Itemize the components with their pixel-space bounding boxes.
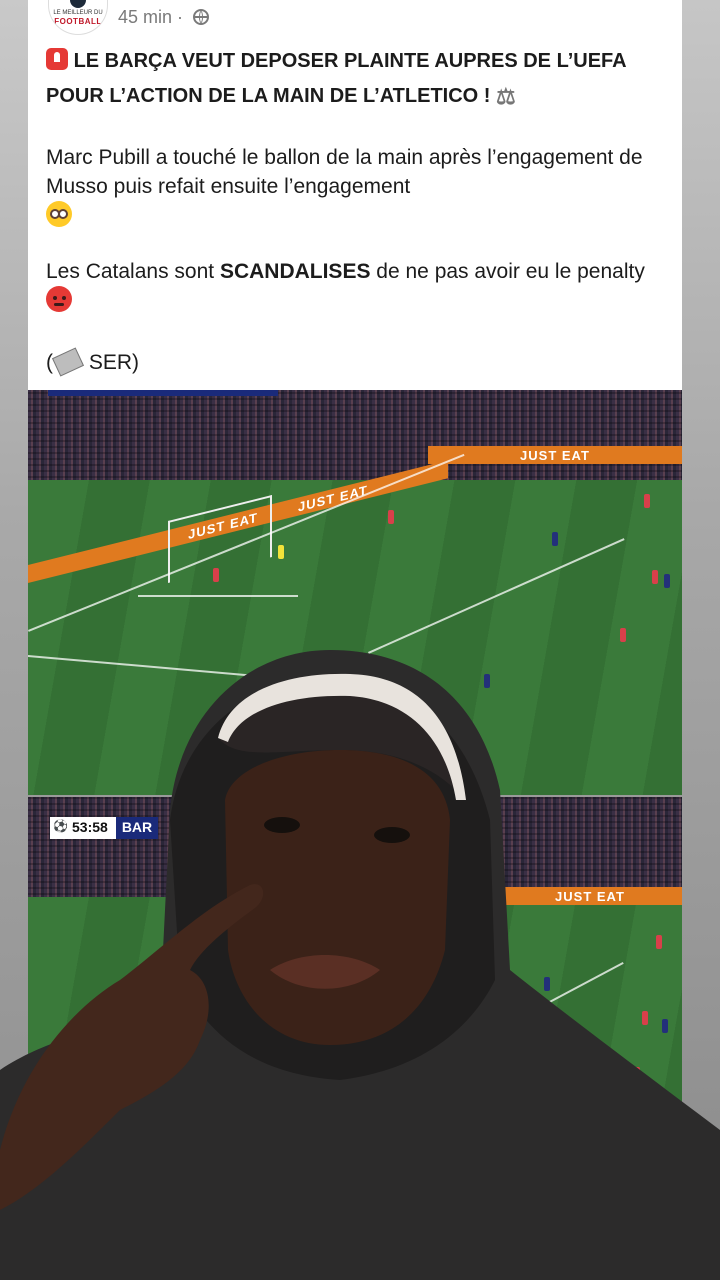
- player: [388, 510, 394, 524]
- angry-face-icon: [46, 286, 72, 312]
- post-meta: LE MEILLEUR DU FOOTBALL 45 min ·: [48, 0, 210, 35]
- paragraph-2-before: Les Catalans sont: [46, 260, 220, 283]
- siren-icon: [46, 48, 68, 70]
- paragraph-3-text: SER): [88, 351, 140, 374]
- flushed-face-icon: [46, 201, 72, 227]
- player: [644, 494, 650, 508]
- ad-board-right-text: JUST EAT: [520, 447, 590, 463]
- goalkeeper: [278, 545, 284, 559]
- avatar[interactable]: LE MEILLEUR DU FOOTBALL: [48, 0, 108, 35]
- avatar-ring: [70, 0, 86, 8]
- avatar-line2: FOOTBALL: [54, 16, 102, 26]
- post-paragraph-2: Les Catalans sont SCANDALISES de ne pas …: [46, 257, 670, 315]
- paragraph-3-open: (: [46, 351, 53, 374]
- creator-video-overlay: [0, 650, 720, 1280]
- player: [664, 574, 670, 588]
- post-paragraph-3: ( SER): [46, 347, 670, 377]
- newspaper-icon: [51, 347, 85, 377]
- player: [213, 568, 219, 582]
- scoreboard-strip: [48, 390, 278, 396]
- right-eye: [374, 827, 410, 843]
- player: [552, 532, 558, 546]
- avatar-line1: LE MEILLEUR DU: [53, 9, 103, 16]
- globe-icon: [193, 9, 210, 25]
- paragraph-1-text: Marc Pubill a touché le ballon de la mai…: [46, 146, 643, 198]
- post-card: LE MEILLEUR DU FOOTBALL 45 min · LE BARÇ…: [28, 0, 682, 390]
- pitch-line-box: [138, 595, 298, 597]
- player: [652, 570, 658, 584]
- paragraph-2-after: de ne pas avoir eu le penalty: [370, 260, 645, 283]
- post-headline: LE BARÇA VEUT DEPOSER PLAINTE AUPRES DE …: [46, 44, 670, 114]
- post-paragraph-1: Marc Pubill a touché le ballon de la mai…: [46, 143, 670, 230]
- headline-text: LE BARÇA VEUT DEPOSER PLAINTE AUPRES DE …: [46, 50, 626, 107]
- ad-board-right: JUST EAT: [428, 446, 682, 464]
- scale-icon: ⚖: [496, 84, 516, 109]
- post-time: 45 min ·: [118, 6, 184, 27]
- paragraph-2-bold: SCANDALISES: [219, 260, 371, 283]
- player: [620, 628, 626, 642]
- left-eye: [264, 817, 300, 833]
